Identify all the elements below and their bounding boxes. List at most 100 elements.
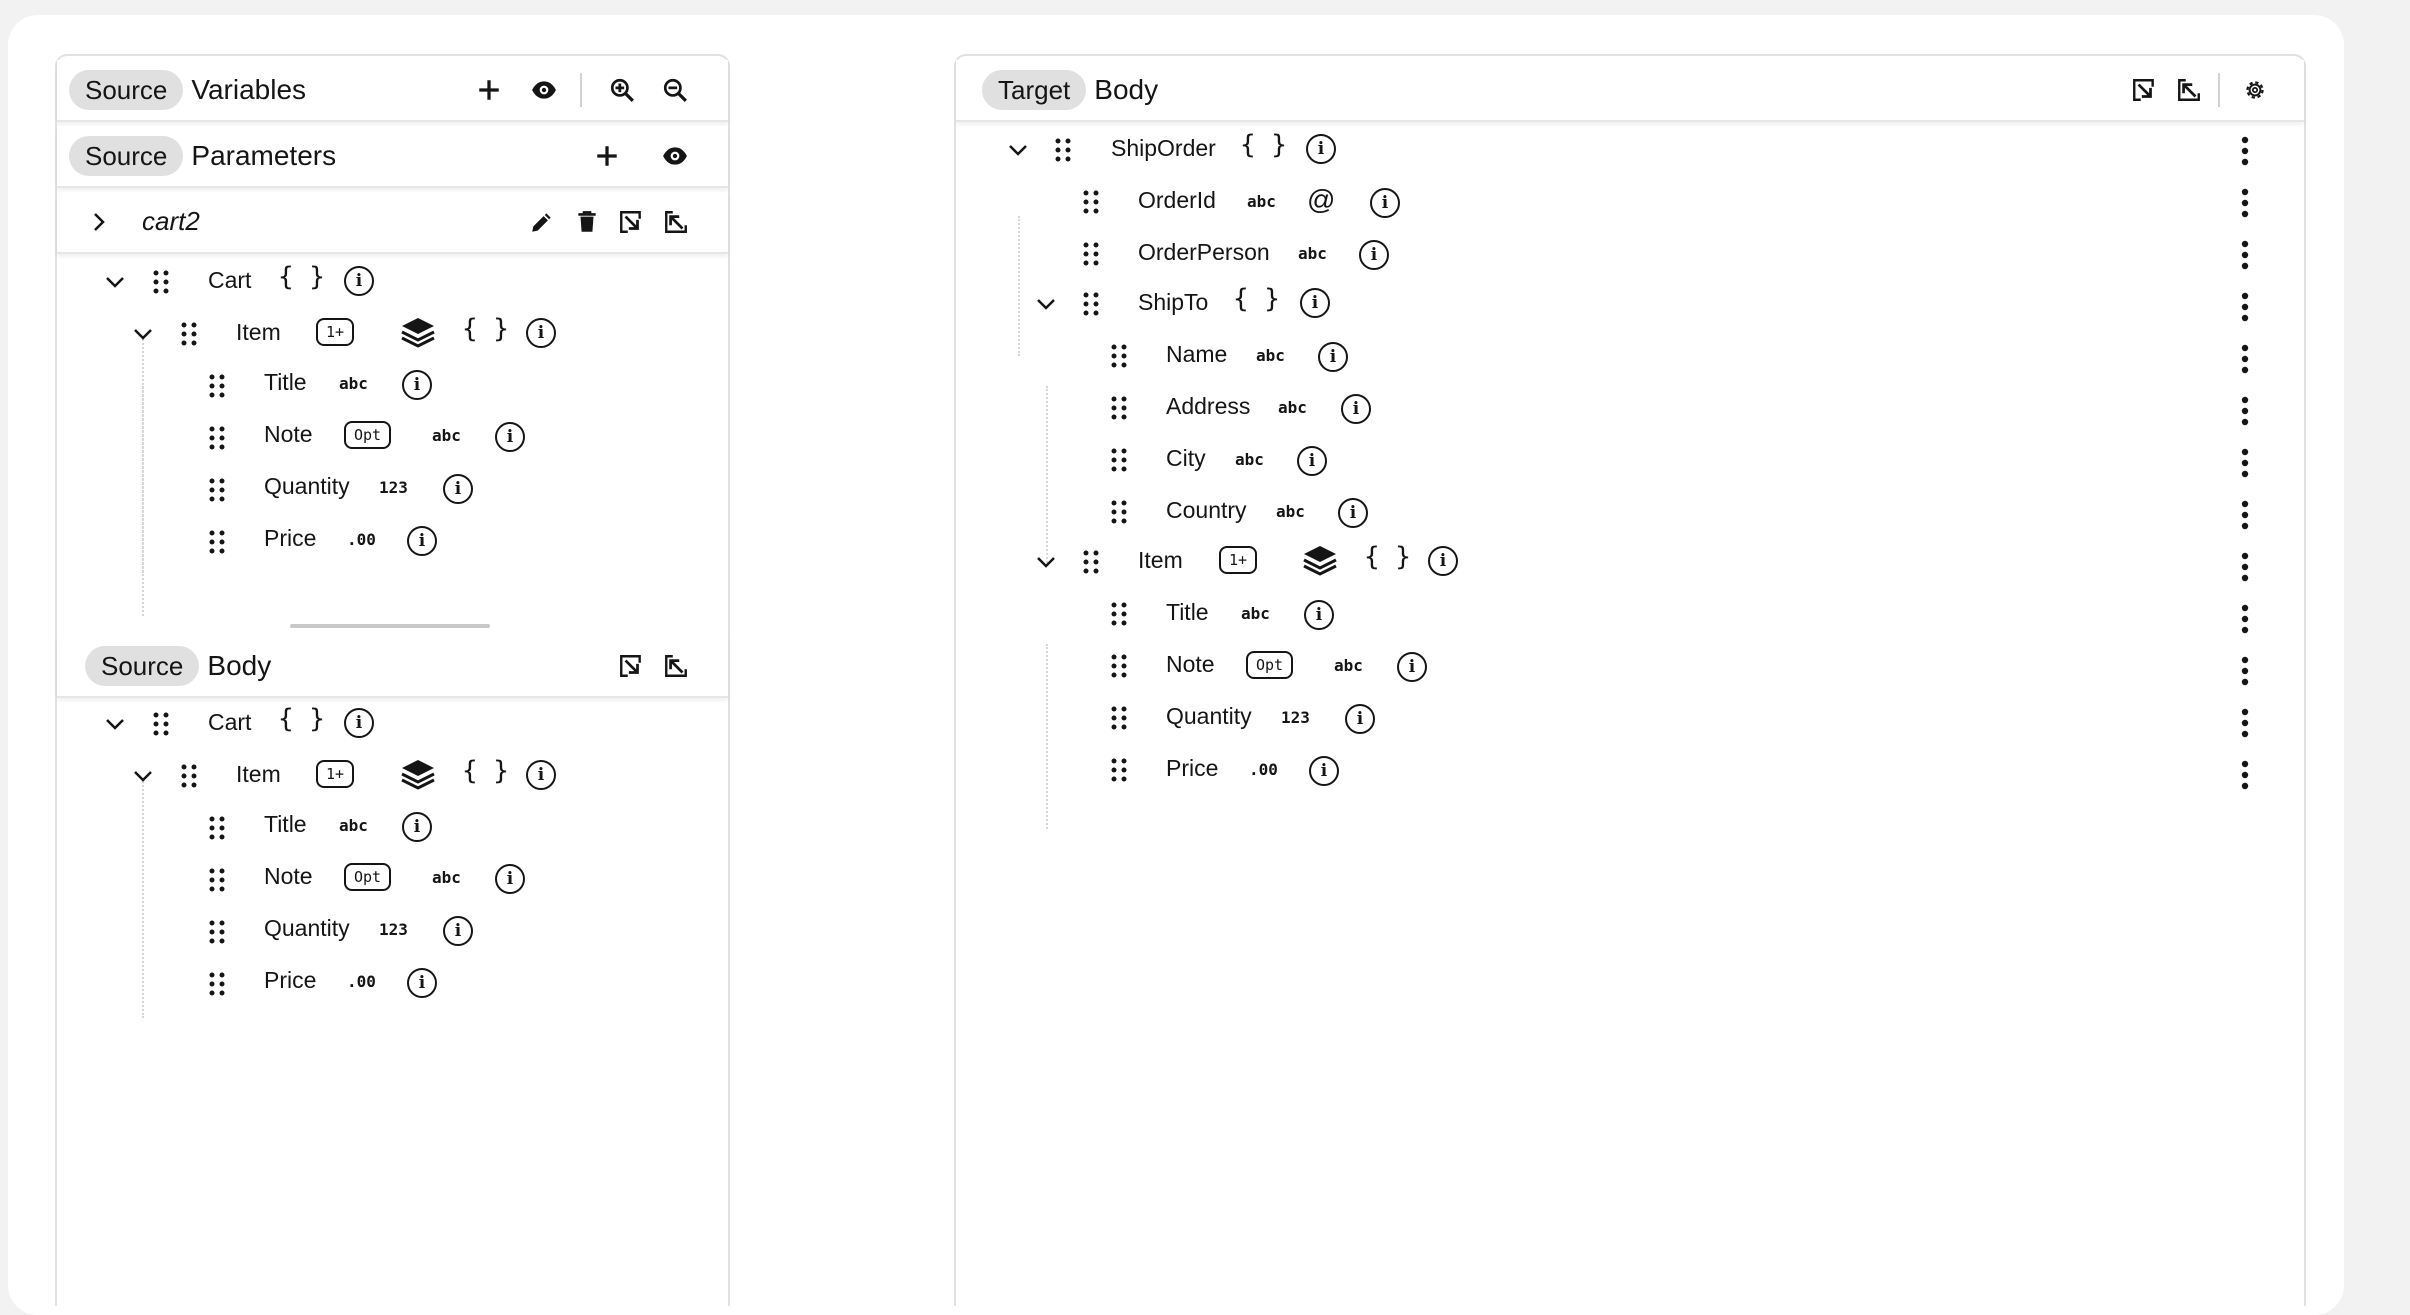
string-type-icon: abc (1241, 604, 1270, 623)
source-panel: Source Variables Source Parameters cart2… (55, 54, 730, 1306)
chevron-down-icon[interactable] (103, 712, 127, 736)
drag-grip-icon[interactable] (207, 970, 227, 998)
field-name: Item (236, 761, 281, 787)
drag-grip-icon[interactable] (1109, 704, 1129, 732)
info-icon[interactable]: i (526, 318, 556, 348)
kebab-menu-icon[interactable] (2240, 396, 2250, 426)
toolbar-divider (580, 73, 582, 107)
info-icon[interactable]: i (1304, 600, 1334, 630)
pencil-icon[interactable] (524, 204, 560, 240)
info-icon[interactable]: i (1370, 188, 1400, 218)
drag-grip-icon[interactable] (151, 268, 171, 296)
collapse-all-icon[interactable] (2126, 72, 2162, 108)
chevron-down-icon[interactable] (103, 270, 127, 294)
drag-grip-icon[interactable] (207, 528, 227, 556)
drag-grip-icon[interactable] (1109, 600, 1129, 628)
chevron-down-icon[interactable] (131, 764, 155, 788)
info-icon[interactable]: i (526, 760, 556, 790)
parameter-row[interactable]: cart2 (57, 192, 728, 254)
chevron-down-icon[interactable] (131, 322, 155, 346)
drag-grip-icon[interactable] (1109, 446, 1129, 474)
field-name: Item (236, 319, 281, 345)
drag-grip-icon[interactable] (151, 710, 171, 738)
collapse-all-icon[interactable] (613, 204, 649, 240)
info-icon[interactable]: i (443, 916, 473, 946)
expand-all-icon[interactable] (658, 648, 694, 684)
info-icon[interactable]: i (344, 266, 374, 296)
info-icon[interactable]: i (443, 474, 473, 504)
panel-resize-handle[interactable] (290, 624, 490, 628)
kebab-menu-icon[interactable] (2240, 760, 2250, 790)
chevron-down-icon[interactable] (1034, 550, 1058, 574)
info-icon[interactable]: i (1309, 756, 1339, 786)
drag-grip-icon[interactable] (1081, 240, 1101, 268)
info-icon[interactable]: i (1359, 240, 1389, 270)
kebab-menu-icon[interactable] (2240, 188, 2250, 218)
info-icon[interactable]: i (495, 422, 525, 452)
info-icon[interactable]: i (1338, 498, 1368, 528)
info-icon[interactable]: i (1345, 704, 1375, 734)
info-icon[interactable]: i (1341, 394, 1371, 424)
expand-all-icon[interactable] (2171, 72, 2207, 108)
info-icon[interactable]: i (1428, 546, 1458, 576)
plus-icon[interactable] (471, 72, 507, 108)
eye-icon[interactable] (526, 72, 562, 108)
drag-grip-icon[interactable] (1109, 342, 1129, 370)
drag-grip-icon[interactable] (207, 372, 227, 400)
kebab-menu-icon[interactable] (2240, 708, 2250, 738)
drag-grip-icon[interactable] (207, 918, 227, 946)
gear-icon[interactable] (2237, 72, 2273, 108)
info-icon[interactable]: i (1297, 446, 1327, 476)
zoom-out-icon[interactable] (657, 72, 693, 108)
source-chip: Source (85, 646, 200, 686)
chevron-down-icon[interactable] (1006, 138, 1030, 162)
kebab-menu-icon[interactable] (2240, 292, 2250, 322)
zoom-in-icon[interactable] (604, 72, 640, 108)
kebab-menu-icon[interactable] (2240, 344, 2250, 374)
decimal-type-icon: .00 (1249, 760, 1278, 779)
drag-grip-icon[interactable] (179, 762, 199, 790)
string-type-icon: abc (1256, 346, 1285, 365)
kebab-menu-icon[interactable] (2240, 448, 2250, 478)
info-icon[interactable]: i (495, 864, 525, 894)
field-name: Note (264, 421, 313, 447)
eye-icon[interactable] (657, 138, 693, 174)
collapse-all-icon[interactable] (613, 648, 649, 684)
kebab-menu-icon[interactable] (2240, 552, 2250, 582)
drag-grip-icon[interactable] (207, 424, 227, 452)
drag-grip-icon[interactable] (207, 814, 227, 842)
trash-icon[interactable] (569, 204, 605, 240)
kebab-menu-icon[interactable] (2240, 500, 2250, 530)
info-icon[interactable]: i (402, 812, 432, 842)
layers-icon (401, 318, 435, 348)
info-icon[interactable]: i (407, 968, 437, 998)
field-name: City (1166, 445, 1206, 471)
drag-grip-icon[interactable] (1109, 394, 1129, 422)
drag-grip-icon[interactable] (207, 476, 227, 504)
kebab-menu-icon[interactable] (2240, 136, 2250, 166)
drag-grip-icon[interactable] (1053, 136, 1073, 164)
drag-grip-icon[interactable] (207, 866, 227, 894)
expand-all-icon[interactable] (658, 204, 694, 240)
kebab-menu-icon[interactable] (2240, 604, 2250, 634)
chevron-right-icon[interactable] (87, 210, 111, 234)
kebab-menu-icon[interactable] (2240, 656, 2250, 686)
chevron-down-icon[interactable] (1034, 292, 1058, 316)
drag-grip-icon[interactable] (1109, 652, 1129, 680)
info-icon[interactable]: i (1318, 342, 1348, 372)
info-icon[interactable]: i (407, 526, 437, 556)
drag-grip-icon[interactable] (1109, 756, 1129, 784)
info-icon[interactable]: i (1306, 134, 1336, 164)
drag-grip-icon[interactable] (1081, 290, 1101, 318)
plus-icon[interactable] (589, 138, 625, 174)
info-icon[interactable]: i (1397, 652, 1427, 682)
drag-grip-icon[interactable] (1109, 498, 1129, 526)
drag-grip-icon[interactable] (1081, 548, 1101, 576)
info-icon[interactable]: i (1300, 288, 1330, 318)
info-icon[interactable]: i (344, 708, 374, 738)
drag-grip-icon[interactable] (179, 320, 199, 348)
kebab-menu-icon[interactable] (2240, 240, 2250, 270)
info-icon[interactable]: i (402, 370, 432, 400)
integer-type-icon: 123 (1281, 708, 1310, 727)
drag-grip-icon[interactable] (1081, 188, 1101, 216)
